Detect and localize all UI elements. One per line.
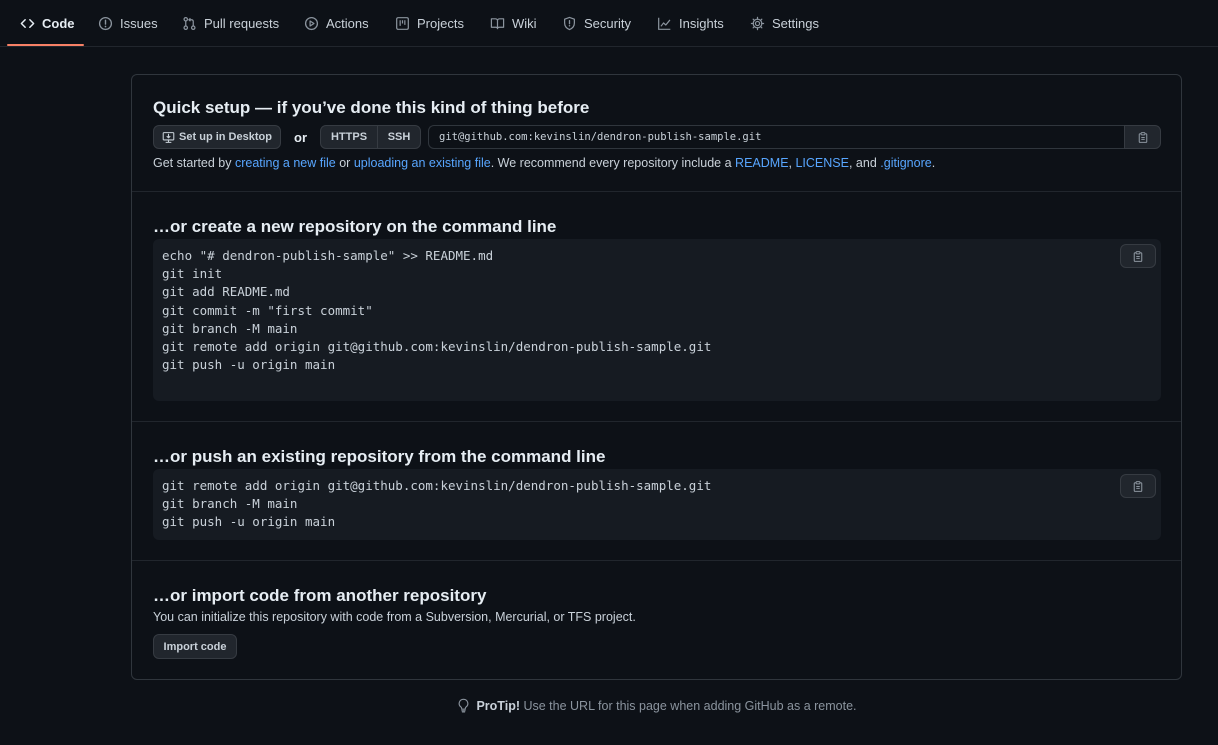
- tab-label: Actions: [326, 16, 369, 31]
- license-link[interactable]: LICENSE: [795, 156, 849, 170]
- tab-label: Wiki: [512, 16, 537, 31]
- hint-text: Get started by: [153, 156, 235, 170]
- tab-label: Settings: [772, 16, 819, 31]
- push-repo-code-block: git remote add origin git@github.com:kev…: [153, 469, 1161, 540]
- upload-file-link[interactable]: uploading an existing file: [354, 156, 491, 170]
- quick-setup-section: Quick setup — if you’ve done this kind o…: [132, 75, 1181, 192]
- import-code-button[interactable]: Import code: [153, 634, 237, 659]
- tab-issues[interactable]: Issues: [85, 0, 171, 47]
- copy-push-repo-button[interactable]: [1120, 474, 1156, 498]
- desktop-download-icon: [162, 131, 175, 144]
- import-repo-title: …or import code from another repository: [153, 586, 487, 605]
- setup-desktop-label: Set up in Desktop: [179, 131, 272, 143]
- tab-label: Security: [584, 16, 631, 31]
- gitignore-link[interactable]: .gitignore: [880, 156, 931, 170]
- protocol-toggle: HTTPS SSH: [320, 125, 421, 149]
- code-icon: [20, 16, 35, 31]
- hint-text: .: [931, 156, 936, 170]
- book-icon: [490, 16, 505, 31]
- import-description: You can initialize this repository with …: [153, 610, 636, 624]
- clipboard-icon: [1132, 250, 1144, 263]
- issue-icon: [98, 16, 113, 31]
- tab-actions[interactable]: Actions: [291, 0, 382, 47]
- tab-wiki[interactable]: Wiki: [477, 0, 550, 47]
- import-code-label: Import code: [163, 640, 227, 653]
- quick-setup-box: Quick setup — if you’ve done this kind o…: [131, 74, 1182, 680]
- light-bulb-icon: [457, 698, 470, 713]
- project-icon: [395, 16, 410, 31]
- repo-nav: Code Issues Pull requests Actions Projec…: [0, 0, 1218, 47]
- tab-label: Insights: [679, 16, 724, 31]
- new-repo-title: …or create a new repository on the comma…: [153, 217, 557, 236]
- tab-code[interactable]: Code: [7, 0, 88, 47]
- protip-text: Use the URL for this page when adding Gi…: [520, 698, 857, 713]
- protip-label: ProTip!: [476, 698, 520, 713]
- push-repo-title: …or push an existing repository from the…: [153, 447, 606, 466]
- push-repo-code[interactable]: git remote add origin git@github.com:kev…: [153, 469, 1161, 532]
- quick-setup-title: Quick setup — if you’ve done this kind o…: [153, 98, 590, 117]
- tab-pull-requests[interactable]: Pull requests: [169, 0, 292, 47]
- push-repo-section: …or push an existing repository from the…: [132, 422, 1181, 561]
- readme-link[interactable]: README: [735, 156, 788, 170]
- hint-text: , and: [848, 156, 881, 170]
- clipboard-icon: [1132, 480, 1144, 493]
- tab-label: Pull requests: [204, 16, 280, 31]
- gear-icon: [750, 16, 765, 31]
- graph-icon: [657, 16, 672, 31]
- tab-label: Projects: [417, 16, 464, 31]
- new-repo-code-block: echo "# dendron-publish-sample" >> READM…: [153, 239, 1161, 401]
- or-separator: or: [294, 130, 307, 145]
- hint-text: or: [335, 156, 354, 170]
- tab-security[interactable]: Security: [549, 0, 644, 47]
- hint-text: . We recommend every repository include …: [490, 156, 736, 170]
- clone-url-input[interactable]: git@github.com:kevinslin/dendron-publish…: [428, 125, 1125, 149]
- protip: ProTip! Use the URL for this page when a…: [0, 698, 1218, 713]
- active-tab-indicator: [7, 44, 84, 46]
- import-repo-section: …or import code from another repository …: [132, 561, 1181, 679]
- play-icon: [304, 16, 319, 31]
- tab-insights[interactable]: Insights: [644, 0, 737, 47]
- clipboard-icon: [1137, 131, 1149, 144]
- tab-label: Code: [42, 16, 75, 31]
- ssh-button[interactable]: SSH: [377, 126, 420, 148]
- new-repo-code[interactable]: echo "# dendron-publish-sample" >> READM…: [153, 239, 1161, 374]
- copy-new-repo-button[interactable]: [1120, 244, 1156, 268]
- https-button[interactable]: HTTPS: [321, 126, 377, 148]
- copy-url-button[interactable]: [1124, 125, 1161, 149]
- tab-label: Issues: [120, 16, 158, 31]
- tab-projects[interactable]: Projects: [382, 0, 477, 47]
- tab-settings[interactable]: Settings: [737, 0, 832, 47]
- create-new-file-link[interactable]: creating a new file: [235, 156, 336, 170]
- quick-setup-hint: Get started by creating a new file or up…: [153, 156, 935, 170]
- setup-desktop-button[interactable]: Set up in Desktop: [153, 125, 281, 149]
- pull-request-icon: [182, 16, 197, 31]
- new-repo-section: …or create a new repository on the comma…: [132, 192, 1181, 422]
- shield-icon: [562, 16, 577, 31]
